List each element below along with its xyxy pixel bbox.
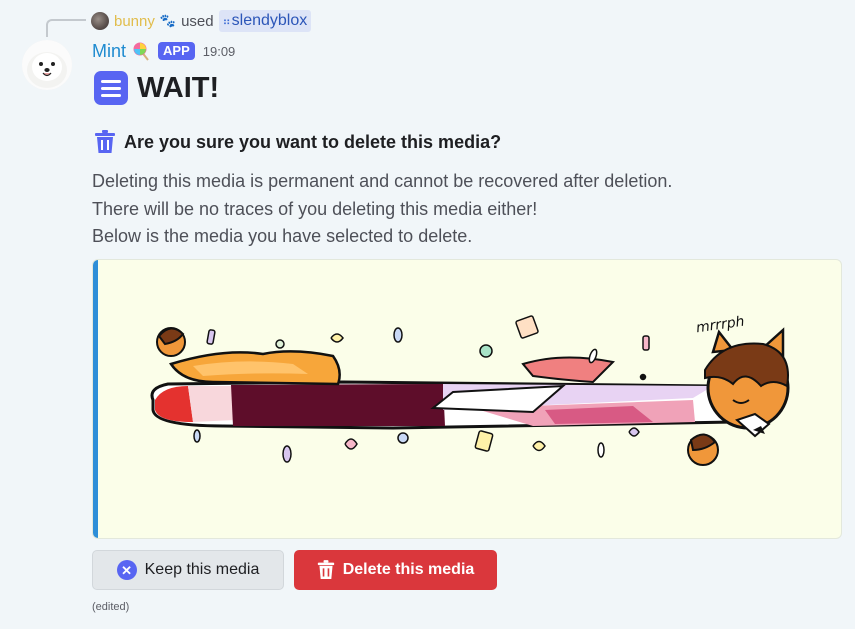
- cat-drawing: mrrrph: [150, 314, 790, 466]
- embed-question: Are you sure you want to delete this med…: [124, 131, 502, 152]
- slash-command-icon: ⠶: [222, 15, 231, 28]
- media-image[interactable]: mrrrph: [92, 259, 842, 539]
- command-chip[interactable]: ⠶ slendyblox: [218, 10, 312, 32]
- media-caption: mrrrph: [695, 314, 745, 337]
- embed-question-row: Are you sure you want to delete this med…: [94, 129, 501, 155]
- document-icon: [94, 71, 128, 105]
- trash-icon: [317, 560, 334, 579]
- trash-icon: [95, 130, 115, 153]
- description-line: There will be no traces of you deleting …: [92, 198, 538, 219]
- close-icon: ✕: [116, 560, 137, 580]
- description-line: Deleting this media is permanent and can…: [92, 171, 673, 191]
- author-name[interactable]: Mint: [92, 41, 126, 62]
- command-name: slendyblox: [231, 12, 308, 29]
- avatar[interactable]: [22, 40, 72, 90]
- reply-used-label: used: [181, 12, 214, 30]
- edited-label: (edited): [92, 601, 130, 613]
- keep-button-label: Keep this media: [144, 561, 260, 578]
- embed-description: Deleting this media is permanent and can…: [92, 168, 832, 251]
- timestamp[interactable]: 19:09: [203, 44, 236, 59]
- reply-spine: [46, 19, 86, 37]
- reply-context[interactable]: bunny 🐾 used ⠶ slendyblox: [91, 10, 312, 32]
- lollipop-icon: [133, 42, 149, 61]
- delete-button-label: Delete this media: [342, 561, 475, 578]
- chat-message: bunny 🐾 used ⠶ slendyblox Mint APP 19:09…: [0, 0, 855, 629]
- keep-media-button[interactable]: ✕ Keep this media: [92, 550, 284, 590]
- delete-media-button[interactable]: Delete this media: [294, 550, 497, 590]
- paw-icon: 🐾: [159, 13, 177, 28]
- description-line: Below is the media you have selected to …: [92, 226, 473, 246]
- message-header: Mint APP 19:09: [92, 39, 235, 63]
- samoyed-avatar-image: [22, 40, 72, 90]
- reply-avatar[interactable]: [91, 12, 109, 30]
- embed-title: WAIT!: [137, 71, 220, 104]
- reply-username[interactable]: bunny: [114, 13, 155, 30]
- app-badge: APP: [158, 42, 195, 60]
- embed-title-row: WAIT!: [94, 70, 219, 106]
